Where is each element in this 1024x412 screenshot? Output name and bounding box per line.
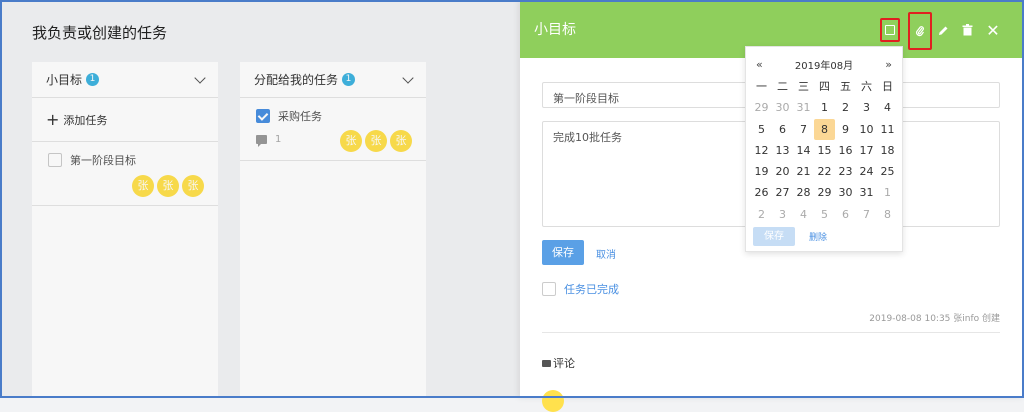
calendar-day[interactable]: 24 bbox=[856, 161, 877, 182]
backdrop-overlay[interactable] bbox=[0, 0, 520, 398]
calendar-day[interactable]: 5 bbox=[751, 119, 772, 140]
calendar-day[interactable]: 9 bbox=[835, 119, 856, 140]
comments-heading: 评论 bbox=[542, 355, 575, 371]
calendar-day[interactable]: 26 bbox=[751, 182, 772, 203]
calendar-day[interactable]: 22 bbox=[814, 161, 835, 182]
avatar bbox=[542, 390, 564, 412]
calendar-day[interactable]: 13 bbox=[772, 140, 793, 161]
weekday-header: 二 bbox=[777, 80, 788, 93]
panel-title: 小目标 bbox=[534, 22, 576, 38]
weekday-header: 三 bbox=[798, 80, 809, 93]
calendar-day[interactable]: 31 bbox=[856, 182, 877, 203]
month-label: 2019年08月 bbox=[794, 61, 854, 72]
calendar-icon[interactable] bbox=[880, 18, 900, 42]
calendar-day[interactable]: 30 bbox=[835, 182, 856, 203]
date-picker-popup: « 2019年08月 » 一二三四五六日 29 30 31 1 2 3 4 5 6 7 8 9 10 11 1… bbox=[745, 46, 903, 252]
divider bbox=[542, 332, 1000, 333]
calendar-day[interactable]: 3 bbox=[772, 204, 793, 225]
calendar-day[interactable]: 21 bbox=[793, 161, 814, 182]
calendar-day[interactable]: 20 bbox=[772, 161, 793, 182]
calendar-day[interactable]: 18 bbox=[877, 140, 898, 161]
calendar-day[interactable]: 6 bbox=[835, 204, 856, 225]
weekday-header: 四 bbox=[819, 80, 830, 93]
calendar-day[interactable]: 1 bbox=[877, 182, 898, 203]
created-meta: 2019-08-08 10:35 张info 创建 bbox=[869, 314, 1000, 324]
calendar-day[interactable]: 7 bbox=[793, 119, 814, 140]
weekday-header: 一 bbox=[756, 80, 767, 93]
calendar-day[interactable]: 2 bbox=[835, 97, 856, 118]
calendar-day[interactable]: 2 bbox=[751, 204, 772, 225]
calendar-day[interactable]: 25 bbox=[877, 161, 898, 182]
calendar-save-button[interactable]: 保存 bbox=[753, 227, 795, 247]
calendar-day[interactable]: 7 bbox=[856, 204, 877, 225]
save-button[interactable]: 保存 bbox=[542, 240, 584, 265]
prev-month-button[interactable]: « bbox=[756, 58, 763, 71]
calendar-day[interactable]: 29 bbox=[814, 182, 835, 203]
cancel-button[interactable]: 取消 bbox=[596, 246, 616, 261]
comment-icon bbox=[542, 359, 551, 367]
calendar-delete-button[interactable]: 删除 bbox=[809, 230, 827, 243]
calendar-day[interactable]: 12 bbox=[751, 140, 772, 161]
task-complete-toggle[interactable]: 任务已完成 bbox=[542, 281, 619, 297]
calendar-day[interactable]: 23 bbox=[835, 161, 856, 182]
calendar-day[interactable]: 1 bbox=[814, 97, 835, 118]
calendar-day[interactable]: 14 bbox=[793, 140, 814, 161]
calendar-day[interactable]: 3 bbox=[856, 97, 877, 118]
calendar-day[interactable]: 8 bbox=[814, 118, 835, 140]
calendar-day[interactable]: 6 bbox=[772, 119, 793, 140]
attachment-icon[interactable] bbox=[908, 12, 932, 50]
calendar-day[interactable]: 10 bbox=[856, 119, 877, 140]
complete-checkbox[interactable] bbox=[542, 282, 556, 296]
calendar-day[interactable]: 19 bbox=[751, 161, 772, 182]
calendar-day[interactable]: 5 bbox=[814, 204, 835, 225]
complete-label: 任务已完成 bbox=[564, 283, 619, 296]
calendar-day[interactable]: 30 bbox=[772, 97, 793, 118]
weekday-header: 六 bbox=[861, 80, 872, 93]
calendar-day[interactable]: 27 bbox=[772, 182, 793, 203]
calendar-day[interactable]: 8 bbox=[877, 204, 898, 225]
calendar-day[interactable]: 4 bbox=[793, 204, 814, 225]
delete-icon[interactable] bbox=[957, 18, 977, 42]
comments-label: 评论 bbox=[553, 357, 575, 370]
calendar-day[interactable]: 4 bbox=[877, 97, 898, 118]
calendar-day[interactable]: 28 bbox=[793, 182, 814, 203]
calendar-day[interactable]: 15 bbox=[814, 140, 835, 161]
calendar-grid: 一二三四五六日 29 30 31 1 2 3 4 5 6 7 8 9 10 11 12 13 14 15 16 17 18… bbox=[746, 76, 902, 225]
calendar-day[interactable]: 17 bbox=[856, 140, 877, 161]
calendar-day[interactable]: 11 bbox=[877, 119, 898, 140]
calendar-day[interactable]: 16 bbox=[835, 140, 856, 161]
edit-icon[interactable] bbox=[933, 18, 953, 42]
calendar-day[interactable]: 29 bbox=[751, 97, 772, 118]
weekday-header: 五 bbox=[840, 80, 851, 93]
next-month-button[interactable]: » bbox=[885, 58, 892, 71]
close-icon[interactable]: ✕ bbox=[983, 18, 1003, 42]
weekday-header: 日 bbox=[882, 80, 893, 93]
calendar-day[interactable]: 31 bbox=[793, 97, 814, 118]
